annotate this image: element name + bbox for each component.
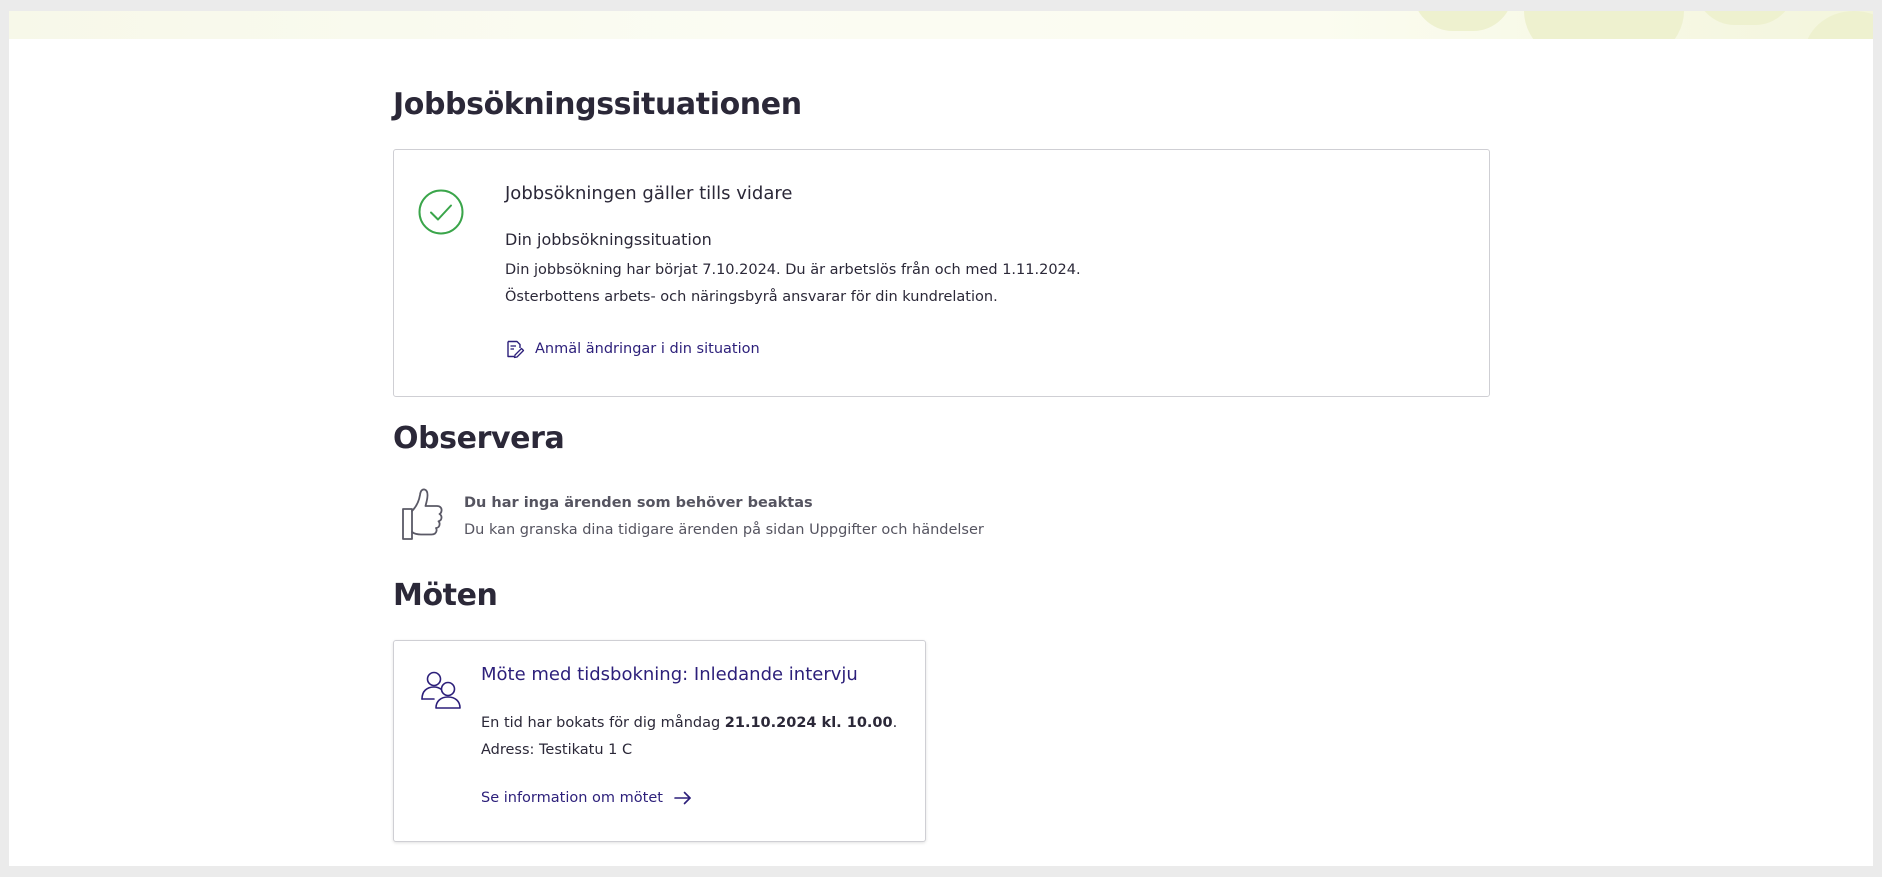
edit-document-icon xyxy=(507,340,525,359)
thumbs-up-icon xyxy=(402,488,443,540)
observe-message-title: Du har inga ärenden som behöver beaktas xyxy=(464,495,813,511)
report-changes-link[interactable]: Anmäl ändringar i din situation xyxy=(505,339,760,359)
meeting-booked-time: 21.10.2024 kl. 10.00 xyxy=(724,715,893,731)
page: Jobbsökningssituationen Jobbsökningen gä… xyxy=(9,11,1873,866)
top-banner xyxy=(9,11,1873,39)
banner-decoration xyxy=(1695,11,1795,25)
meeting-details-link[interactable]: Se information om mötet xyxy=(481,790,693,806)
job-search-status-card: Jobbsökningen gäller tills vidare Din jo… xyxy=(393,149,1490,397)
meeting-title-link[interactable]: Möte med tidsbokning: Inledande intervju xyxy=(481,664,858,685)
meeting-booked-text: En tid har bokats för dig måndag 21.10.2… xyxy=(481,715,897,731)
report-changes-link-label: Anmäl ändringar i din situation xyxy=(535,341,760,357)
banner-decoration xyxy=(1413,11,1513,31)
meeting-booked-suffix: . xyxy=(892,715,898,731)
meeting-card: Möte med tidsbokning: Inledande intervju… xyxy=(393,640,926,842)
banner-decoration xyxy=(1804,11,1873,39)
meeting-address-text: Adress: Testikatu 1 C xyxy=(481,742,633,758)
arrow-right-icon xyxy=(674,791,691,805)
job-search-section-title: Jobbsökningssituationen xyxy=(393,87,802,122)
observe-section-title: Observera xyxy=(393,421,565,456)
meetings-section-title: Möten xyxy=(393,578,498,613)
status-dates-text: Din jobbsökning har börjat 7.10.2024. Du… xyxy=(505,262,1081,278)
meeting-details-link-label: Se information om mötet xyxy=(481,790,663,806)
check-circle-icon xyxy=(418,189,464,235)
status-subheading: Din jobbsökningssituation xyxy=(505,230,712,249)
people-icon xyxy=(421,671,461,709)
banner-decoration xyxy=(1524,11,1684,39)
status-heading: Jobbsökningen gäller tills vidare xyxy=(505,183,793,204)
meeting-booked-prefix: En tid har bokats för dig måndag xyxy=(481,715,725,731)
observe-message-text: Du kan granska dina tidigare ärenden på … xyxy=(464,522,984,538)
status-office-text: Österbottens arbets- och näringsbyrå ans… xyxy=(505,289,998,305)
